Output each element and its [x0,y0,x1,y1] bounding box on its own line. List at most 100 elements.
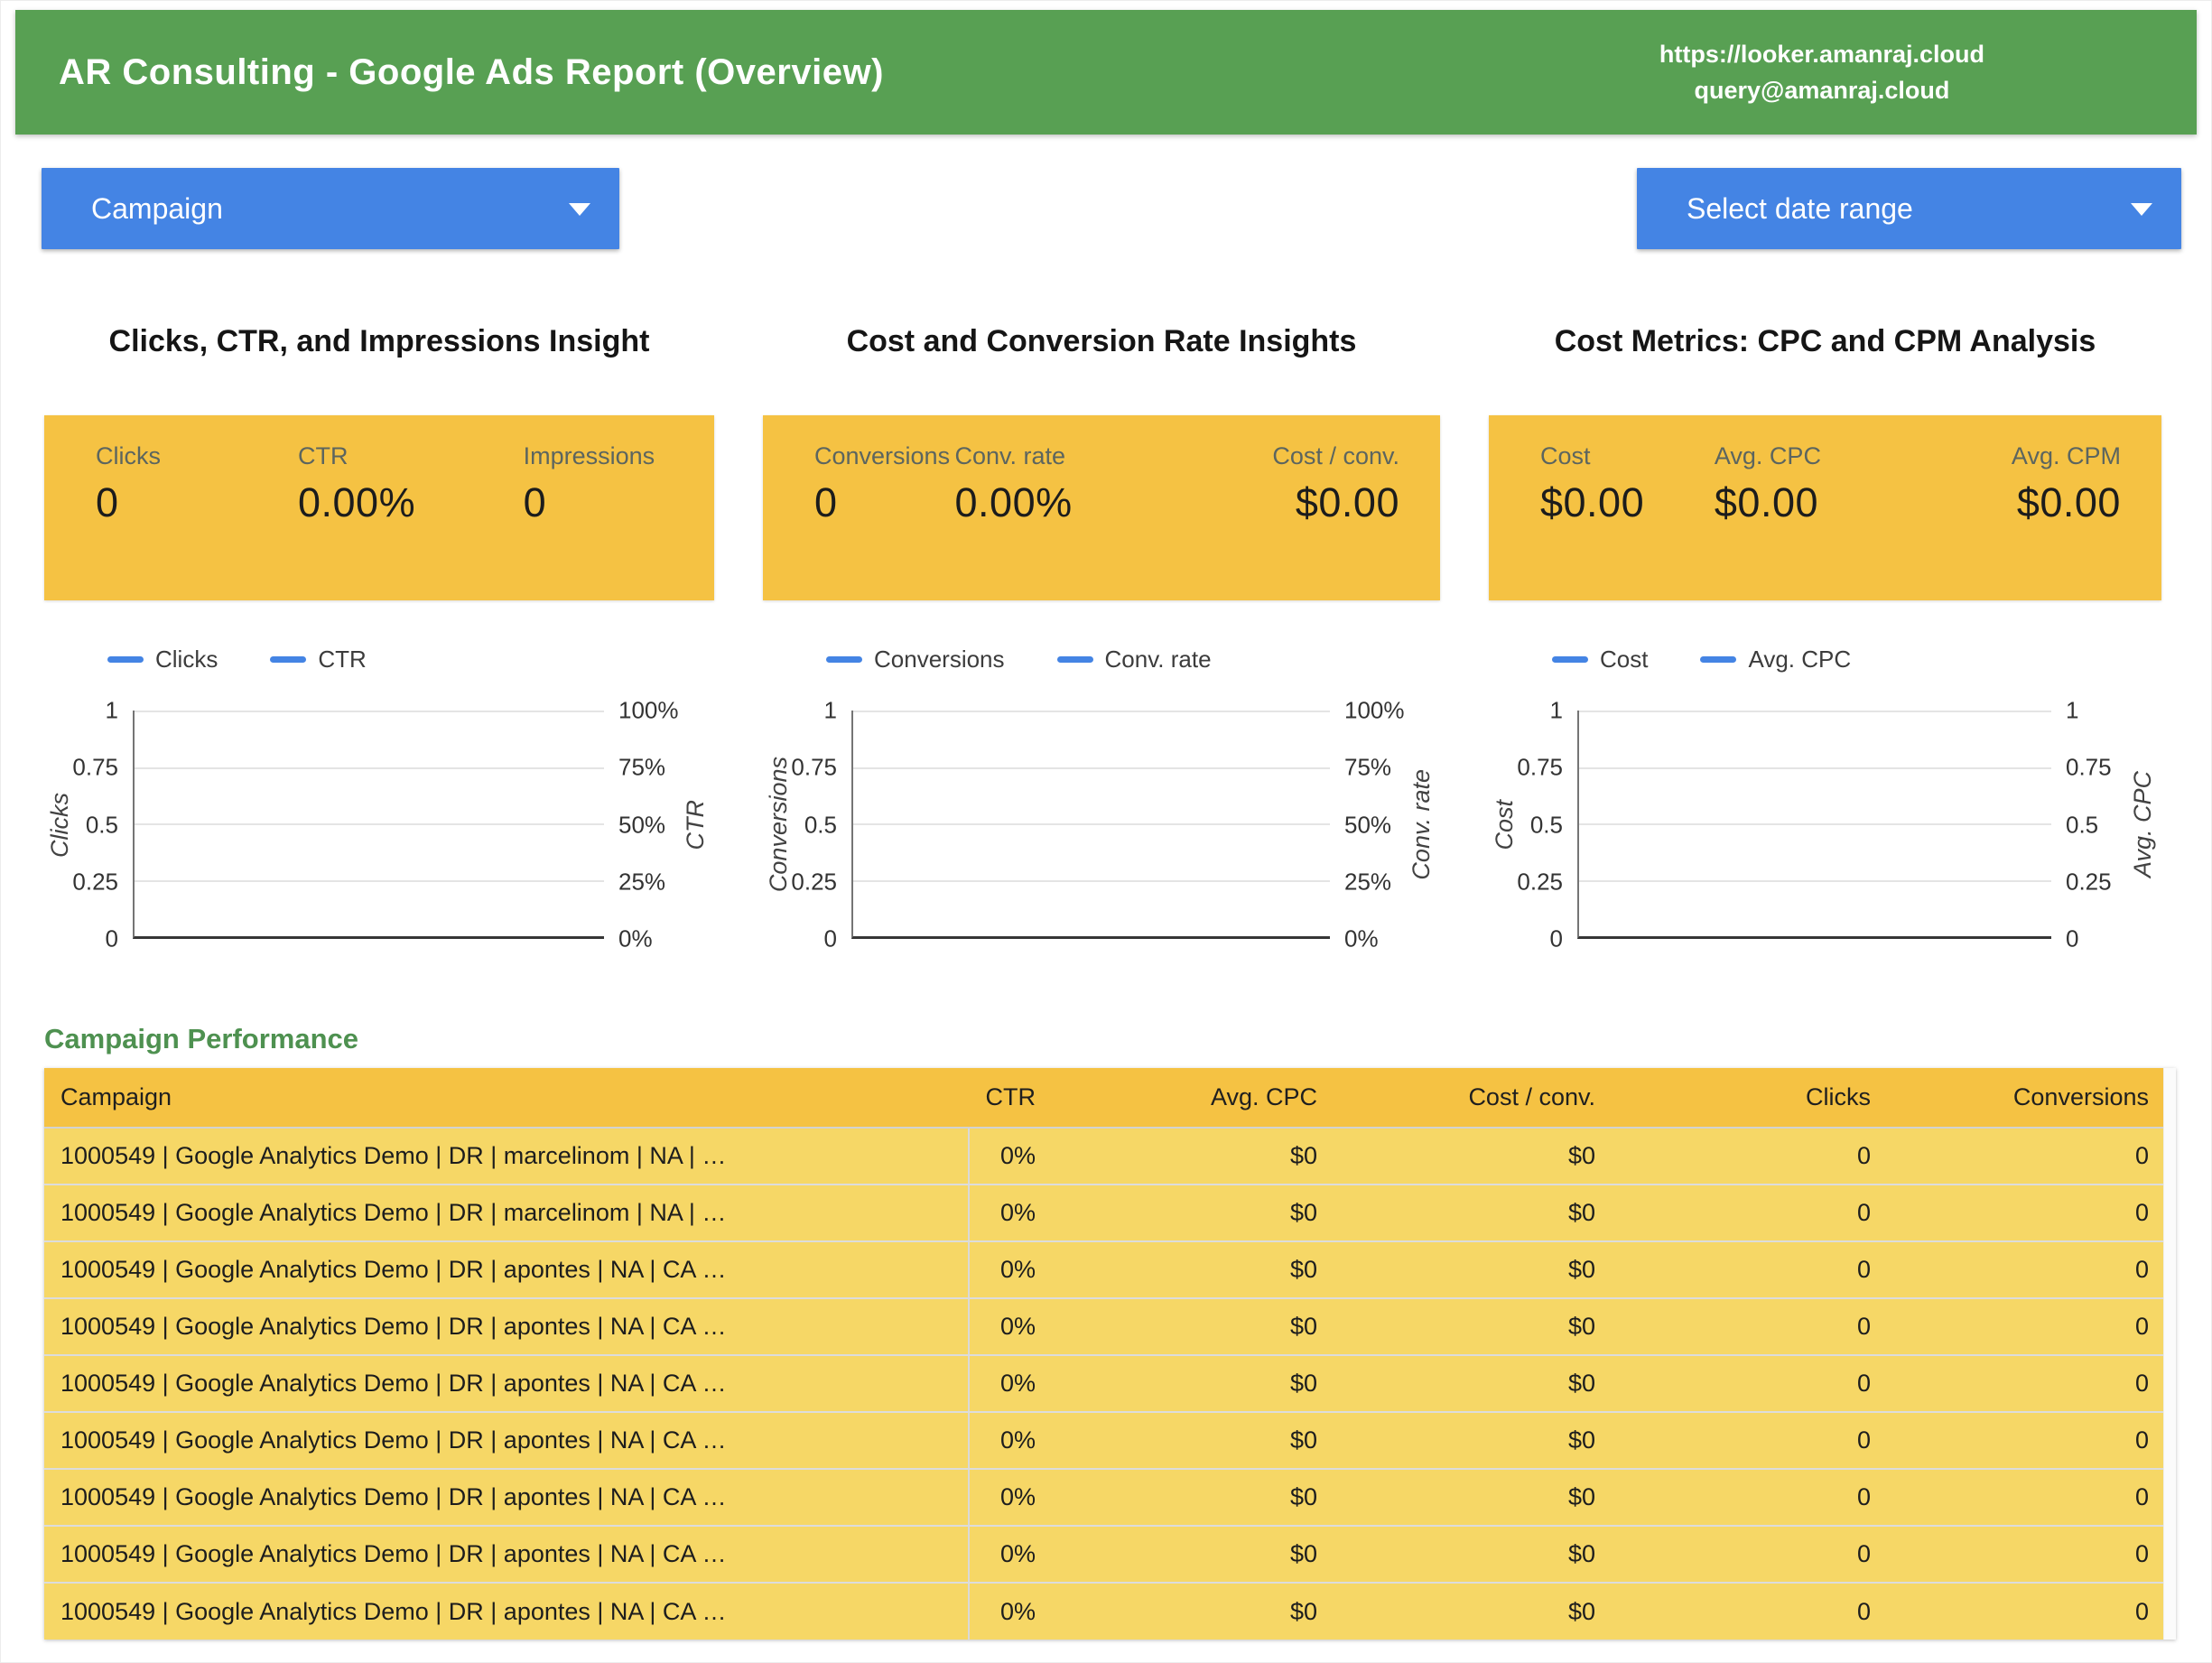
section-clicks-ctr-impressions: Clicks, CTR, and Impressions Insight Cli… [44,321,714,939]
y-axis-tick-label: 0.25 [1517,868,1563,896]
table-row[interactable]: 1000549 | Google Analytics Demo | DR | m… [44,1185,2163,1241]
clicks-cell: 0 [1610,1128,1885,1185]
column-header-ctr[interactable]: CTR [969,1068,1050,1128]
legend-line-icon [826,656,862,663]
cost-per-conv-cell: $0 [1332,1469,1610,1526]
y-axis-tick-label: 1 [106,697,118,725]
left-axis-ticks: 10.750.50.250 [1520,711,1577,939]
table-row[interactable]: 1000549 | Google Analytics Demo | DR | a… [44,1241,2163,1298]
metrics-sections: Clicks, CTR, and Impressions Insight Cli… [44,321,2161,939]
plot-area [1577,711,2051,939]
column-header-clicks[interactable]: Clicks [1610,1068,1885,1128]
metric: Avg. CPM $0.00 [1923,442,2121,526]
header-link-url: https://looker.amanraj.cloud [1659,36,1984,72]
metric-value: 0 [524,479,674,526]
metric-label: Avg. CPM [1923,442,2121,470]
campaign-cell[interactable]: 1000549 | Google Analytics Demo | DR | a… [44,1298,969,1355]
table-row[interactable]: 1000549 | Google Analytics Demo | DR | a… [44,1298,2163,1355]
campaign-cell[interactable]: 1000549 | Google Analytics Demo | DR | a… [44,1412,969,1469]
metric-value: 0 [814,479,955,526]
plot-grid: Clicks 10.750.50.250 100%75%50%25%0% CTR [44,711,714,939]
chevron-down-icon [569,203,590,216]
metric: Impressions 0 [524,442,674,526]
campaign-filter-dropdown[interactable]: Campaign [42,168,619,249]
metric: Cost / conv. $0.00 [1154,442,1399,526]
gridline [1579,711,2051,712]
header-link-email: query@amanraj.cloud [1659,72,1984,108]
ctr-cell: 0% [969,1298,1050,1355]
ctr-cell: 0% [969,1241,1050,1298]
campaign-cell[interactable]: 1000549 | Google Analytics Demo | DR | a… [44,1583,969,1640]
chevron-down-icon [2131,203,2152,216]
ctr-cell: 0% [969,1355,1050,1412]
campaign-cell[interactable]: 1000549 | Google Analytics Demo | DR | m… [44,1128,969,1185]
gridline [135,823,604,825]
column-header-avg-cpc[interactable]: Avg. CPC [1050,1068,1332,1128]
table-row[interactable]: 1000549 | Google Analytics Demo | DR | a… [44,1583,2163,1640]
legend-label: Conversions [874,646,1005,674]
conversions-cell: 0 [1885,1128,2163,1185]
gridline [1579,880,2051,882]
metric-value: 0.00% [298,479,524,526]
legend-label: Conv. rate [1105,646,1212,674]
campaign-cell[interactable]: 1000549 | Google Analytics Demo | DR | a… [44,1241,969,1298]
legend: Clicks CTR [107,646,714,673]
table-scrollbar-track[interactable] [2163,1068,2176,1640]
y-axis-tick-label: 0 [106,925,118,953]
legend: Conversions Conv. rate [826,646,1440,673]
cost-per-conv-cell: $0 [1332,1412,1610,1469]
gridline [135,880,604,882]
y-axis-tick-label: 0.5 [1530,811,1563,839]
column-header-cost-per-conv[interactable]: Cost / conv. [1332,1068,1610,1128]
table-row[interactable]: 1000549 | Google Analytics Demo | DR | a… [44,1526,2163,1583]
ctr-cell: 0% [969,1185,1050,1241]
campaign-cell[interactable]: 1000549 | Google Analytics Demo | DR | a… [44,1526,969,1583]
legend-line-icon [1057,656,1093,663]
plot-area [851,711,1330,939]
header-links: https://looker.amanraj.cloud query@amanr… [1659,36,2197,108]
conversions-cell: 0 [1885,1298,2163,1355]
y-axis-tick-label: 50% [618,811,665,839]
right-axis-title: CTR [676,711,714,939]
section-title: Cost and Conversion Rate Insights [763,321,1440,361]
y-axis-tick-label: 0.5 [804,811,837,839]
section-title: Cost Metrics: CPC and CPM Analysis [1489,321,2161,361]
y-axis-tick-label: 25% [618,868,665,896]
campaign-cell[interactable]: 1000549 | Google Analytics Demo | DR | a… [44,1355,969,1412]
campaign-table-body: 1000549 | Google Analytics Demo | DR | m… [44,1128,2163,1640]
legend-item: Cost [1552,646,1648,674]
y-axis-tick-label: 0.25 [2066,868,2112,896]
date-range-label: Select date range [1687,192,1913,226]
legend-line-icon [107,656,144,663]
legend: Cost Avg. CPC [1552,646,2161,673]
table-row[interactable]: 1000549 | Google Analytics Demo | DR | m… [44,1128,2163,1185]
column-header-conversions[interactable]: Conversions [1885,1068,2163,1128]
campaign-cell[interactable]: 1000549 | Google Analytics Demo | DR | a… [44,1469,969,1526]
table-row[interactable]: 1000549 | Google Analytics Demo | DR | a… [44,1412,2163,1469]
clicks-cell: 0 [1610,1185,1885,1241]
cost-per-conv-cell: $0 [1332,1241,1610,1298]
campaign-table-card: Campaign CTR Avg. CPC Cost / conv. Click… [44,1068,2176,1640]
avg-cpc-cell: $0 [1050,1185,1332,1241]
date-range-dropdown[interactable]: Select date range [1637,168,2181,249]
scorecard: Conversions 0 Conv. rate 0.00% Cost / co… [763,415,1440,600]
cost-per-conv-cell: $0 [1332,1128,1610,1185]
table-row[interactable]: 1000549 | Google Analytics Demo | DR | a… [44,1355,2163,1412]
ctr-cell: 0% [969,1412,1050,1469]
ctr-cell: 0% [969,1526,1050,1583]
campaign-cell[interactable]: 1000549 | Google Analytics Demo | DR | m… [44,1185,969,1241]
cost-per-conv-cell: $0 [1332,1185,1610,1241]
legend-line-icon [1552,656,1588,663]
clicks-cell: 0 [1610,1412,1885,1469]
y-axis-tick-label: 100% [618,697,679,725]
clicks-cell: 0 [1610,1298,1885,1355]
column-header-campaign[interactable]: Campaign [44,1068,969,1128]
clicks-cell: 0 [1610,1583,1885,1640]
conversions-cell: 0 [1885,1412,2163,1469]
avg-cpc-cell: $0 [1050,1469,1332,1526]
table-row[interactable]: 1000549 | Google Analytics Demo | DR | a… [44,1469,2163,1526]
left-axis-title: Clicks [44,711,75,939]
right-axis-title: Conv. rate [1402,711,1440,939]
ctr-cell: 0% [969,1583,1050,1640]
plot-area [133,711,604,939]
